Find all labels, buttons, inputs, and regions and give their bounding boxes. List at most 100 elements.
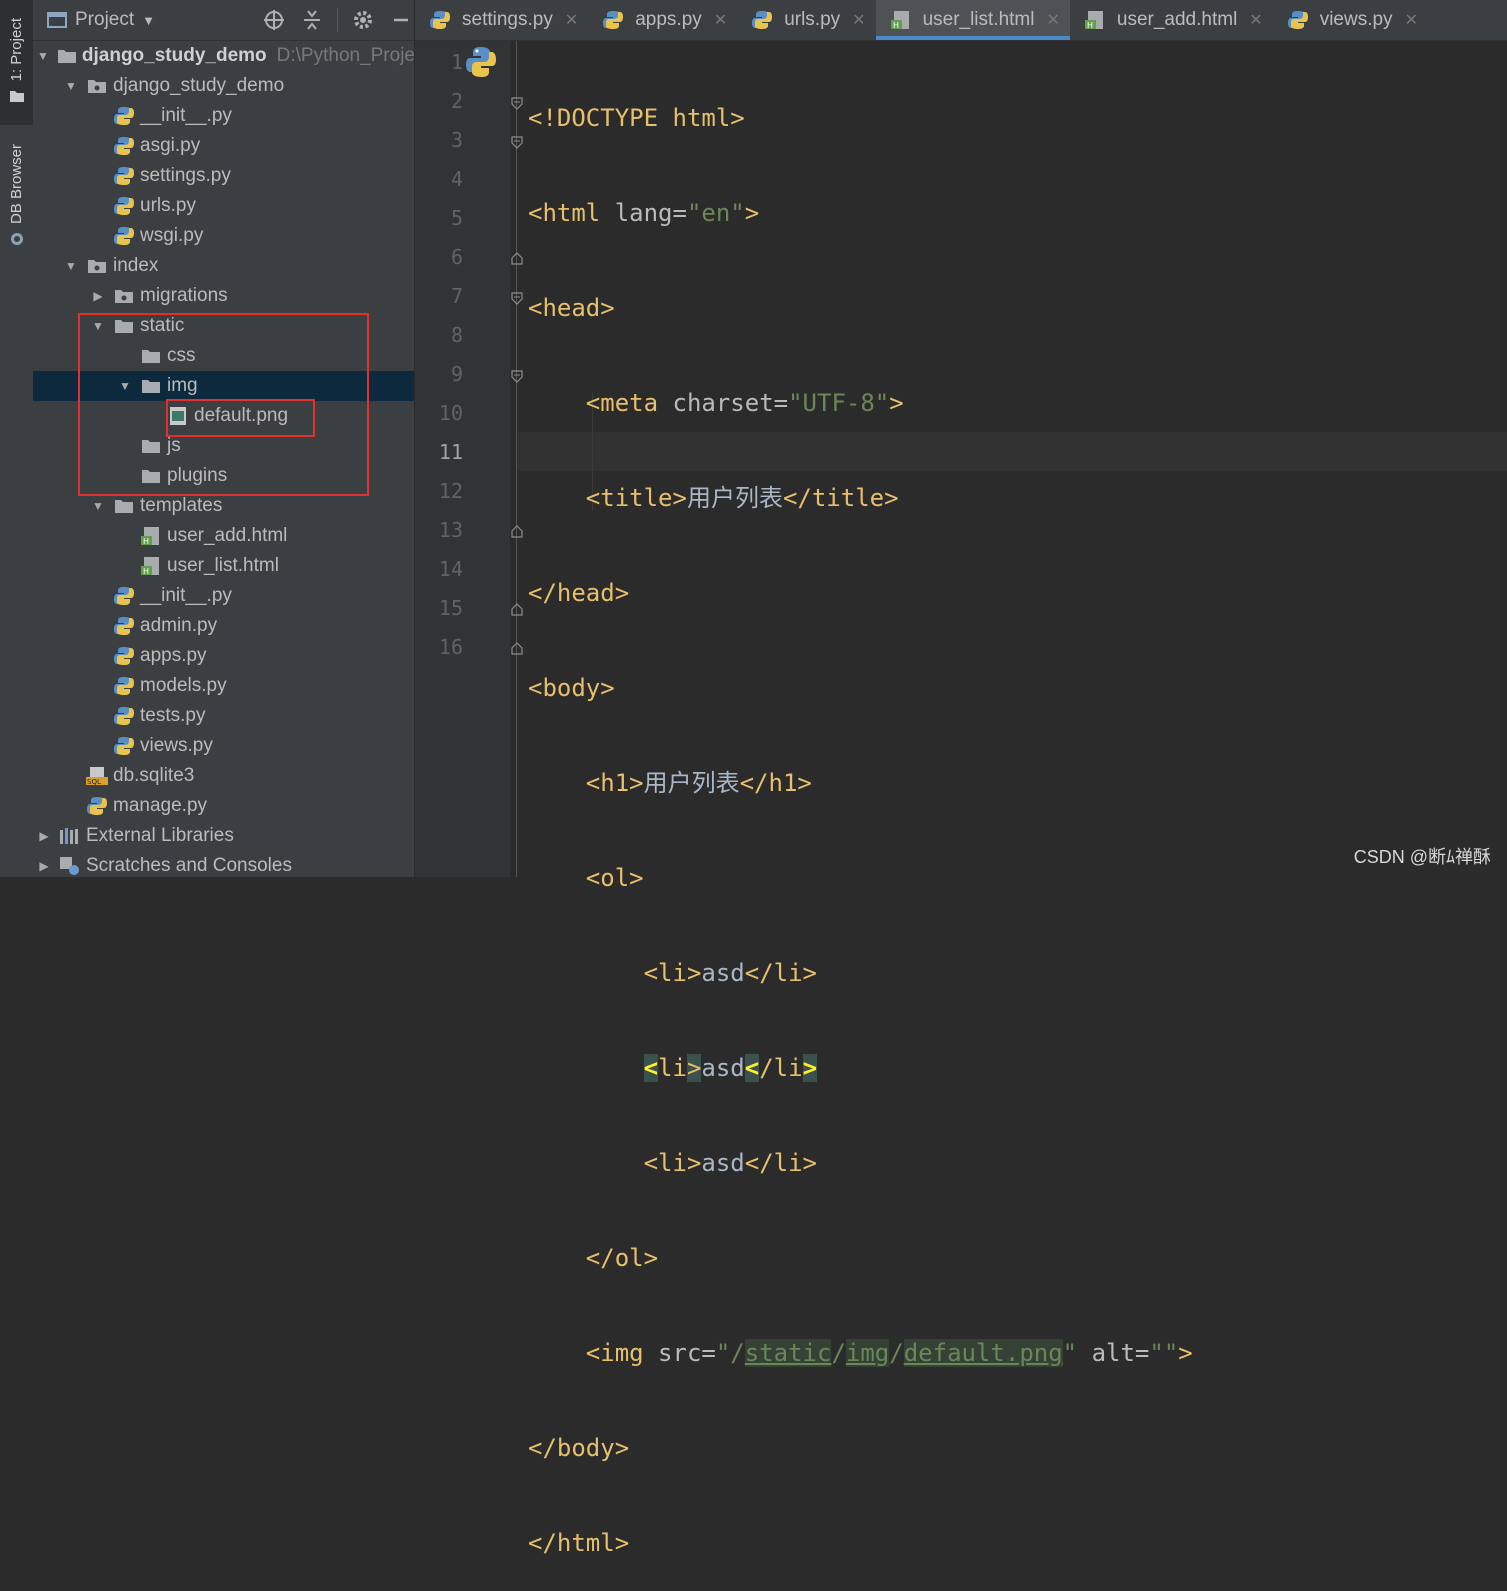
python-file-icon <box>429 9 451 31</box>
hide-panel-icon[interactable] <box>388 7 414 33</box>
highlight-box-default-png <box>166 399 315 437</box>
code-line-7: <body> <box>528 669 1193 708</box>
line-numbers: 1 2 3 4 5 6 7 8 9 10 11 12 13 14 15 16 <box>415 43 463 667</box>
line-number: 16 <box>438 635 463 659</box>
path-reference[interactable]: static <box>744 1339 832 1367</box>
gear-icon[interactable] <box>350 7 376 33</box>
expanded-arrow-icon[interactable]: ▼ <box>64 79 78 93</box>
tree-item-label: index <box>113 255 159 276</box>
tree-item-urls-py[interactable]: urls.py <box>33 191 414 221</box>
code-area[interactable]: <!DOCTYPE html> <html lang="en"> <head> … <box>528 43 1193 1591</box>
package-folder-icon <box>86 75 108 97</box>
tree-item-label: urls.py <box>140 195 196 216</box>
tree-item-label: wsgi.py <box>140 225 204 246</box>
tree-item-label: asgi.py <box>140 135 201 156</box>
close-icon[interactable]: ✕ <box>1405 10 1418 30</box>
folder-icon <box>113 495 135 517</box>
tree-item-settings-py[interactable]: settings.py <box>33 161 414 191</box>
close-icon[interactable]: ✕ <box>852 10 865 30</box>
expanded-arrow-icon[interactable]: ▼ <box>64 259 78 273</box>
line-number: 7 <box>450 284 463 308</box>
tree-item-label: django_study_demo <box>113 75 285 96</box>
gutter-separator <box>516 41 517 877</box>
line-number: 13 <box>438 518 463 542</box>
close-icon[interactable]: ✕ <box>565 10 578 30</box>
tree-item-label: __init__.py <box>140 105 232 126</box>
tree-item-django-study-demo[interactable]: ▼ django_study_demo D:\Python_Proje <box>33 41 414 71</box>
fold-marker-icon[interactable] <box>510 368 524 383</box>
tree-item-asgi-py[interactable]: asgi.py <box>33 131 414 161</box>
string-token: " <box>1062 1339 1078 1367</box>
path-reference[interactable]: default.png <box>903 1339 1063 1367</box>
tab-user-add-html[interactable]: Huser_add.html ✕ <box>1070 0 1273 40</box>
expanded-arrow-icon[interactable]: ▼ <box>37 49 49 63</box>
python-file-icon <box>1287 9 1309 31</box>
tree-item-manage-py[interactable]: manage.py <box>33 791 414 821</box>
html-file-icon: H <box>890 9 912 31</box>
tree-item-label: migrations <box>140 285 228 306</box>
collapsed-arrow-icon[interactable]: ▶ <box>91 289 105 303</box>
tree-item-views-py[interactable]: views.py <box>33 731 414 761</box>
collapsed-arrow-icon[interactable]: ▶ <box>37 859 51 873</box>
tree-item-models-py[interactable]: models.py <box>33 671 414 701</box>
fold-marker-icon[interactable] <box>510 524 524 538</box>
db-browser-tool-tab[interactable]: DB Browser <box>0 135 33 260</box>
tree-item-tests-py[interactable]: tests.py <box>33 701 414 731</box>
tab-apps-py[interactable]: apps.py ✕ <box>588 0 737 40</box>
line-number: 15 <box>438 596 463 620</box>
html-file-icon: H <box>1084 9 1106 31</box>
text-token: asd <box>701 1149 745 1177</box>
tag-token: </head> <box>528 579 630 607</box>
tree-item-label: admin.py <box>140 615 218 636</box>
expanded-arrow-icon[interactable]: ▼ <box>91 499 105 513</box>
string-token: / <box>889 1339 904 1367</box>
fold-marker-icon[interactable] <box>510 134 524 149</box>
fold-marker-icon[interactable] <box>510 290 524 305</box>
fold-marker-icon[interactable] <box>510 602 524 616</box>
project-tool-tab-label: 1: Project <box>8 18 25 82</box>
tree-item-user-add-html[interactable]: Huser_add.html <box>33 521 414 551</box>
tree-item-admin-py[interactable]: admin.py <box>33 611 414 641</box>
project-view-selector[interactable]: Project ▼ <box>33 9 251 31</box>
close-icon[interactable]: ✕ <box>714 10 727 30</box>
fold-marker-icon[interactable] <box>510 641 524 655</box>
sqlite-file-icon: SQL <box>86 765 108 787</box>
close-icon[interactable]: ✕ <box>1249 10 1262 30</box>
tree-item-external-libraries[interactable]: ▶ External Libraries <box>33 821 414 851</box>
text-token: asd <box>701 1054 745 1082</box>
python-file-icon <box>113 225 135 247</box>
close-icon[interactable]: ✕ <box>1046 10 1059 30</box>
collapse-all-icon[interactable] <box>299 7 325 33</box>
tree-item-migrations[interactable]: ▶ migrations <box>33 281 414 311</box>
tree-item-apps-py[interactable]: apps.py <box>33 641 414 671</box>
tree-item-user-list-html[interactable]: Huser_list.html <box>33 551 414 581</box>
tab-settings-py[interactable]: settings.py ✕ <box>415 0 588 40</box>
tab-views-py[interactable]: views.py ✕ <box>1273 0 1428 40</box>
path-reference[interactable]: img <box>845 1339 890 1367</box>
attr-token: src= <box>658 1339 716 1367</box>
line-number: 6 <box>450 245 463 269</box>
project-tool-tab[interactable]: 1: Project <box>0 0 33 125</box>
tab-user-list-html[interactable]: Huser_list.html ✕ <box>875 0 1071 40</box>
tree-item--init-py[interactable]: __init__.py <box>33 581 414 611</box>
tree-item-wsgi-py[interactable]: wsgi.py <box>33 221 414 251</box>
fold-marker-icon[interactable] <box>510 95 524 110</box>
fold-marker-icon[interactable] <box>510 251 524 265</box>
html-file-icon: H <box>140 555 162 577</box>
tree-item-index[interactable]: ▼ index <box>33 251 414 281</box>
tree-item-label: models.py <box>140 675 227 696</box>
tree-item-db-sqlite3[interactable]: SQL db.sqlite3 <box>33 761 414 791</box>
svg-text:H: H <box>143 537 149 546</box>
code-line-9: <ol> <box>528 859 1193 898</box>
html-file-icon: H <box>140 525 162 547</box>
tab-urls-py[interactable]: urls.py ✕ <box>737 0 875 40</box>
tag-token: > <box>1178 1339 1193 1367</box>
scratches-icon <box>59 855 81 877</box>
locate-file-icon[interactable] <box>261 7 287 33</box>
tree-item-scratches-and-consoles[interactable]: ▶ Scratches and Consoles <box>33 851 414 877</box>
collapsed-arrow-icon[interactable]: ▶ <box>37 829 51 843</box>
tree-item--init-py[interactable]: __init__.py <box>33 101 414 131</box>
tree-item-django-study-demo[interactable]: ▼ django_study_demo <box>33 71 414 101</box>
tag-token: </li> <box>744 959 817 987</box>
project-panel: Project ▼ ▼ django_study_demo D:\Python_Pr… <box>33 0 414 877</box>
